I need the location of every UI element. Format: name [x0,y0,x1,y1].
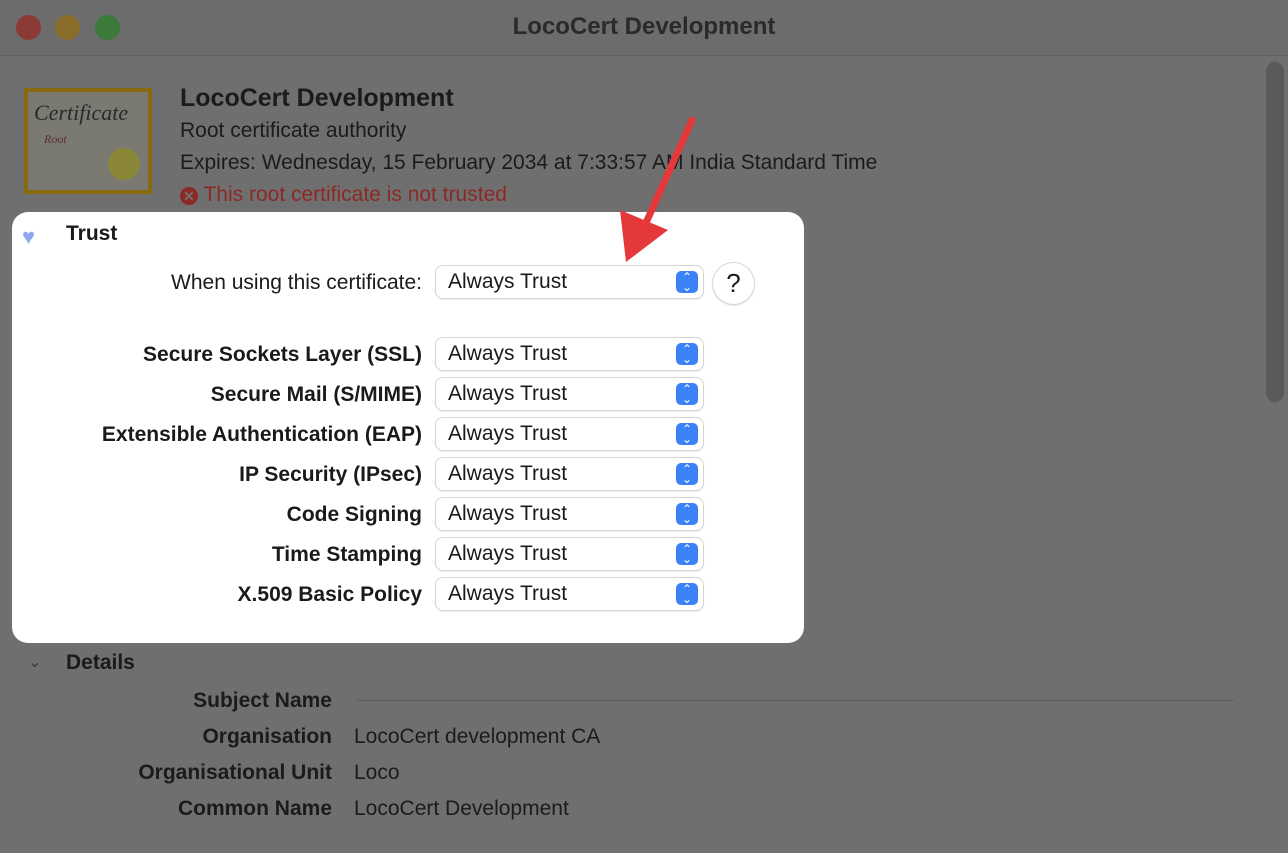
detail-value: Loco [354,761,400,784]
detail-value: LocoCert development CA [354,725,601,748]
details-title: Details [66,651,135,674]
subject-name-heading: Subject Name [193,689,332,712]
disclosure-chevron-icon[interactable]: ⌄ [28,652,41,672]
detail-label: Organisation [202,725,332,748]
detail-label: Organisational Unit [138,761,332,784]
detail-label: Common Name [177,797,332,820]
detail-value: LocoCert Development [354,797,569,820]
divider [356,700,1234,701]
annotation-arrow [620,116,696,262]
